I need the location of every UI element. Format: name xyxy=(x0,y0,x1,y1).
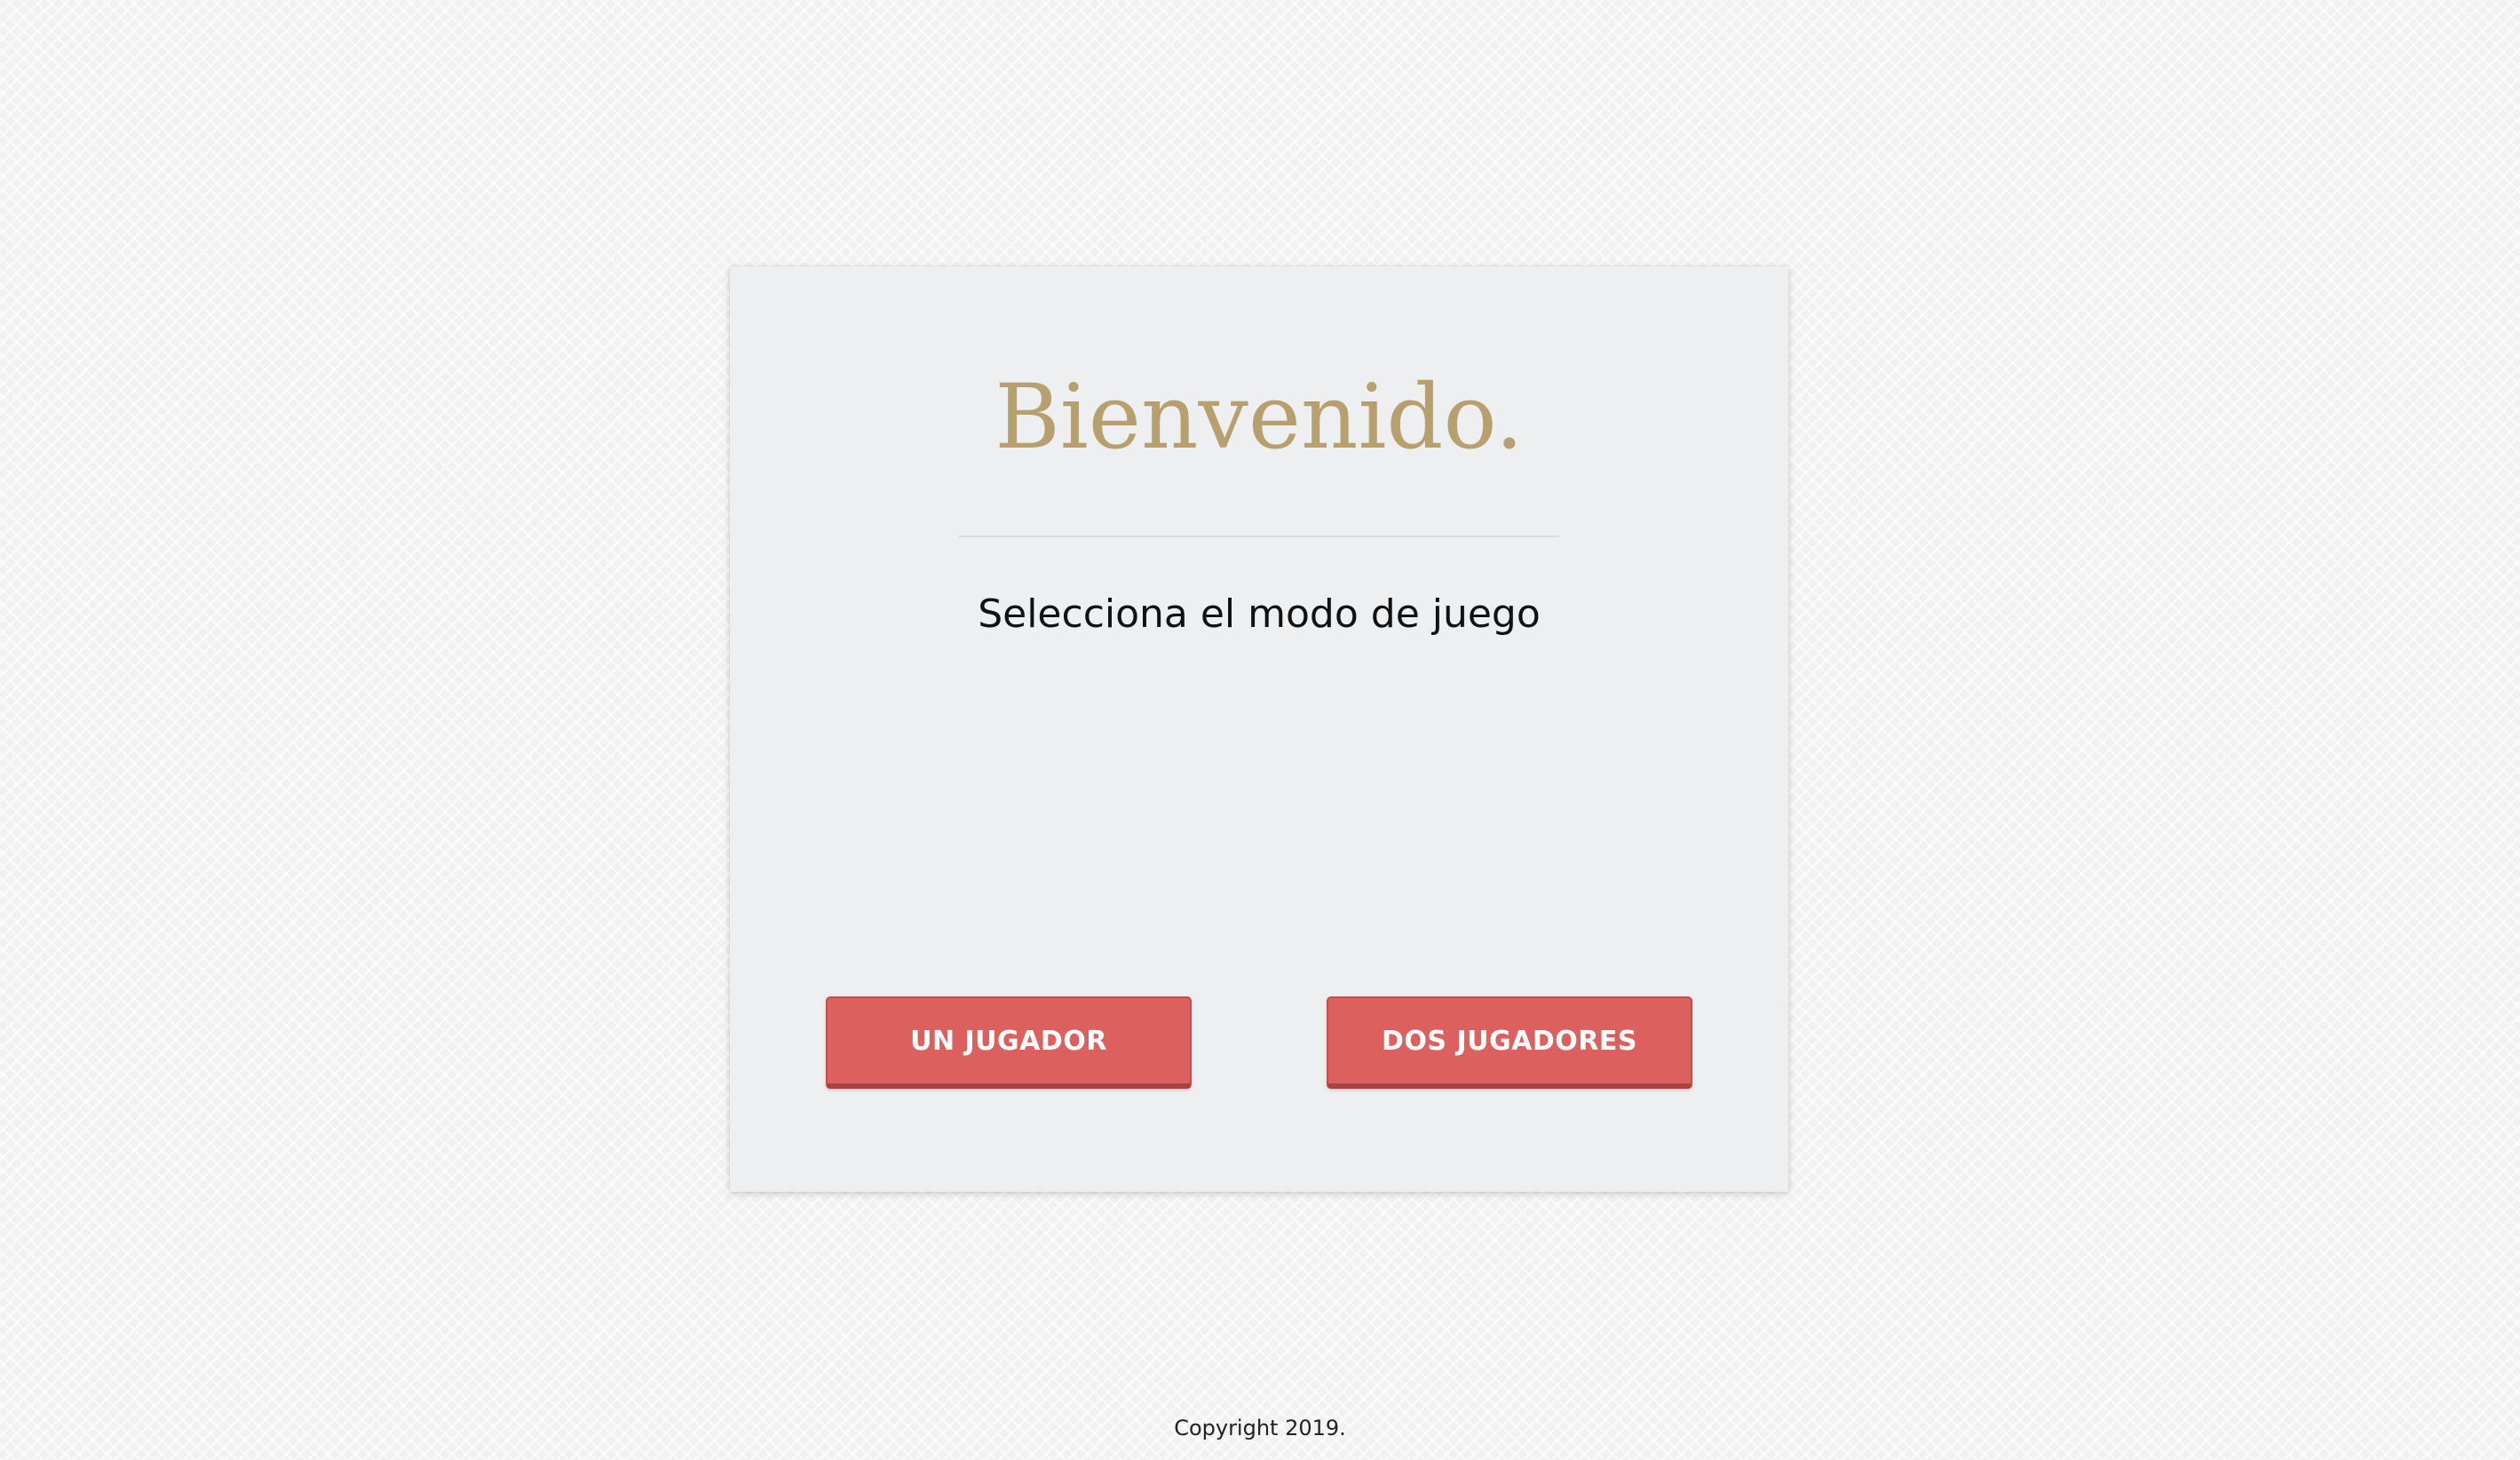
welcome-card: Bienvenido. Selecciona el modo de juego … xyxy=(730,266,1788,1192)
two-players-button[interactable]: DOS JUGADORES xyxy=(1327,996,1692,1089)
game-mode-prompt: Selecciona el modo de juego xyxy=(978,591,1541,637)
title-divider xyxy=(959,536,1559,537)
two-players-button-label: DOS JUGADORES xyxy=(1382,1025,1637,1057)
welcome-title: Bienvenido. xyxy=(995,365,1524,469)
one-player-button[interactable]: UN JUGADOR xyxy=(826,996,1192,1089)
copyright-footer: Copyright 2019. xyxy=(1174,1416,1346,1440)
one-player-button-label: UN JUGADOR xyxy=(910,1025,1107,1057)
